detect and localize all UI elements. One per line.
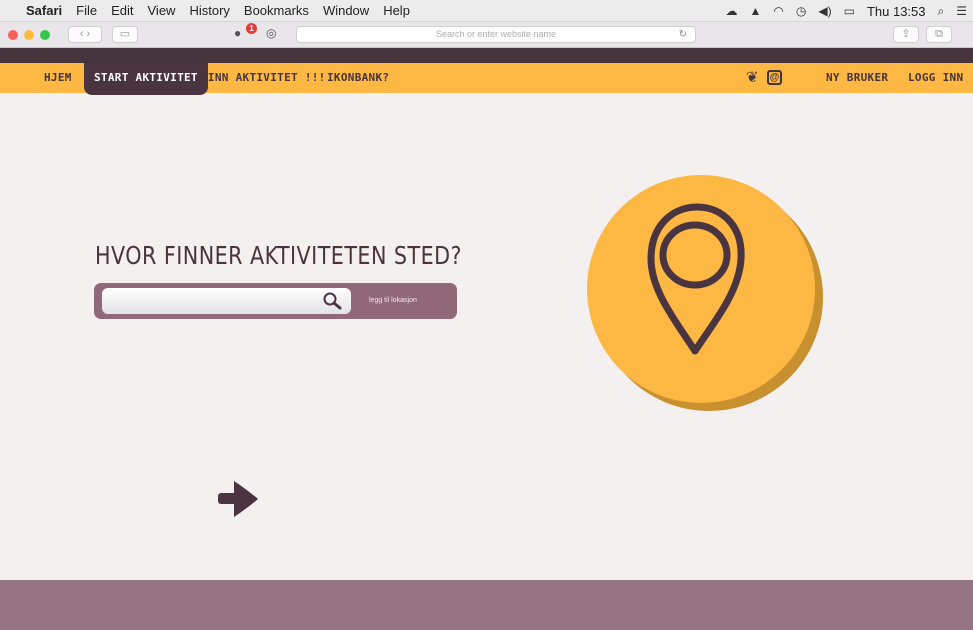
minimize-window-button[interactable] — [24, 30, 34, 40]
nav-finn-aktivitet[interactable]: FINN AKTIVITET !!! — [201, 63, 326, 93]
menu-edit[interactable]: Edit — [111, 3, 133, 18]
top-strip — [0, 48, 973, 63]
back-forward-buttons[interactable]: ‹ › — [68, 26, 102, 43]
browser-toolbar: ‹ › ▭ ● 1 ◎ Search or enter website name… — [0, 22, 973, 48]
battery-icon[interactable]: ▭ — [844, 4, 855, 18]
share-icon[interactable]: ⇪ — [893, 26, 919, 43]
nav-hjem[interactable]: HJEM — [44, 63, 72, 93]
twitter-icon[interactable]: ❦ — [746, 63, 759, 93]
notification-center-icon[interactable]: ☰ — [956, 4, 967, 18]
sidebar-toggle-icon[interactable]: ▭ — [112, 26, 138, 43]
page-footer — [0, 580, 973, 630]
opera-extension-icon[interactable]: ◎ — [266, 26, 276, 40]
nav-ny-bruker[interactable]: NY BRUKER — [826, 63, 888, 93]
web-page: HJEM START AKTIVITET FINN AKTIVITET !!! … — [0, 48, 973, 630]
extension-icon[interactable]: ● — [234, 26, 241, 40]
address-bar[interactable]: Search or enter website name ↻ — [296, 26, 696, 43]
instagram-icon[interactable]: @ — [767, 70, 782, 85]
nav-ikonbank[interactable]: IKONBANK? — [327, 63, 389, 93]
search-icon[interactable] — [322, 291, 342, 311]
close-window-button[interactable] — [8, 30, 18, 40]
menu-help[interactable]: Help — [383, 3, 410, 18]
menu-app-safari[interactable]: Safari — [26, 3, 62, 18]
nav-logg-inn[interactable]: LOGG INN — [908, 63, 963, 93]
wifi-icon[interactable]: ◠ — [773, 4, 783, 18]
volume-icon[interactable]: ◀) — [818, 4, 831, 18]
menu-view[interactable]: View — [148, 3, 176, 18]
main-nav: HJEM START AKTIVITET FINN AKTIVITET !!! … — [0, 63, 973, 95]
zoom-window-button[interactable] — [40, 30, 50, 40]
status-area: ☁ ▲ ◠ ◷ ◀) ▭ Thu 13:53 ⌕ ☰ — [726, 0, 967, 22]
time-machine-icon[interactable]: ◷ — [796, 4, 806, 18]
spotlight-icon[interactable]: ⌕ — [938, 4, 945, 19]
add-location-link[interactable]: legg til lokasjon — [369, 297, 417, 304]
extension-badge: 1 — [246, 23, 257, 34]
nav-start-aktivitet[interactable]: START AKTIVITET — [84, 63, 208, 95]
menu-file[interactable]: File — [76, 3, 97, 18]
reload-icon[interactable]: ↻ — [679, 27, 687, 42]
cloud-icon[interactable]: ☁ — [726, 4, 738, 18]
menu-bookmarks[interactable]: Bookmarks — [244, 3, 309, 18]
tabs-overview-icon[interactable]: ⧉ — [926, 26, 952, 43]
address-placeholder: Search or enter website name — [435, 29, 557, 39]
page-heading: HVOR FINNER AKTIVITETEN STED? — [95, 241, 462, 270]
menu-history[interactable]: History — [189, 3, 229, 18]
location-pin-illustration — [587, 175, 823, 411]
location-search-bar: legg til lokasjon — [94, 283, 457, 319]
next-arrow-icon[interactable] — [217, 479, 259, 519]
drive-icon[interactable]: ▲ — [750, 4, 762, 18]
clock[interactable]: Thu 13:53 — [867, 4, 926, 19]
menu-window[interactable]: Window — [323, 3, 369, 18]
location-search-input[interactable] — [102, 288, 351, 314]
system-menu-bar: Safari File Edit View History Bookmarks … — [0, 0, 973, 22]
window-controls — [8, 30, 50, 40]
